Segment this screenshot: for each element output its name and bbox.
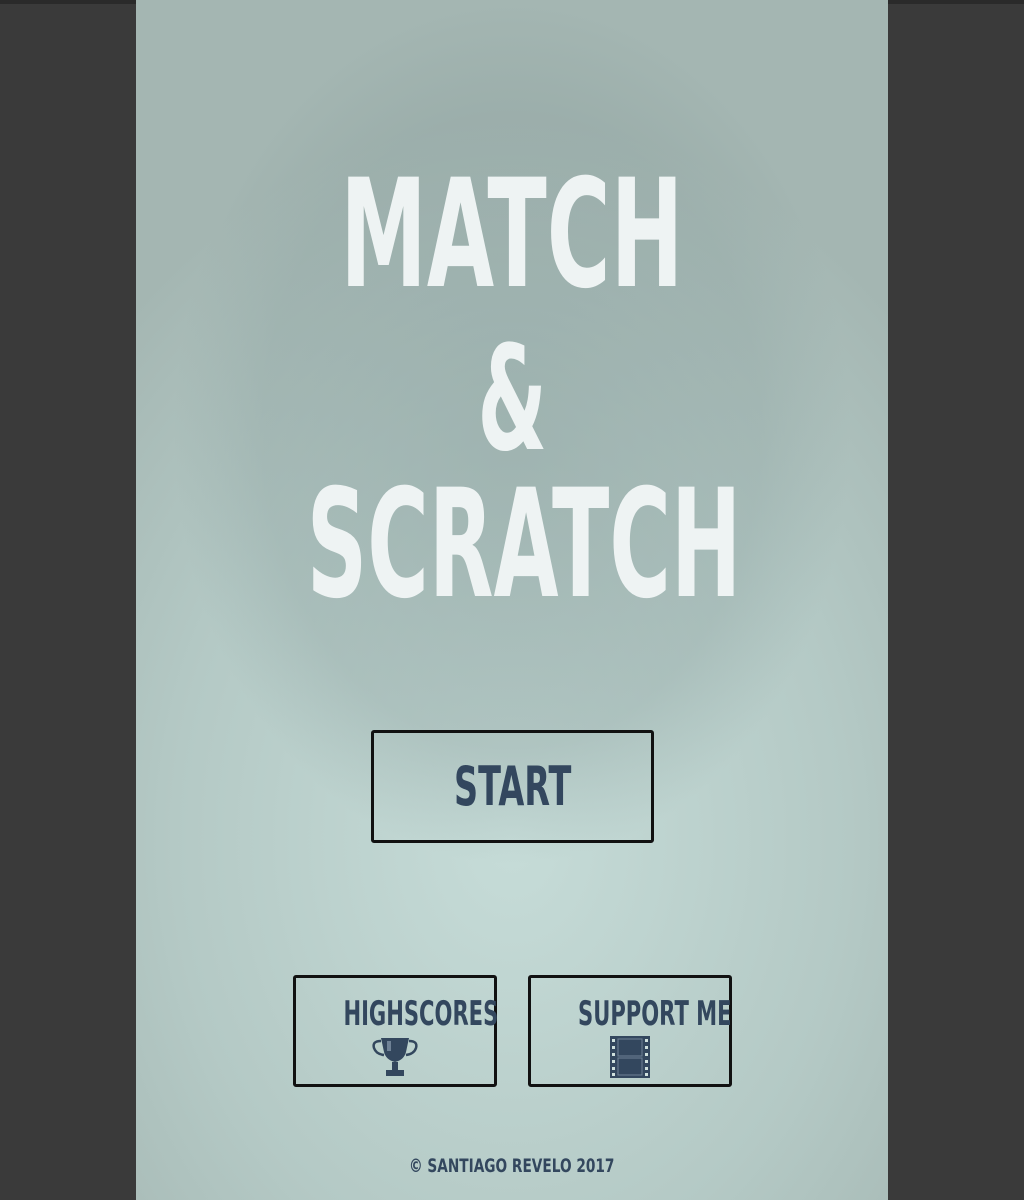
title-line-ampersand: & (477, 315, 547, 484)
start-button-label: START (453, 755, 572, 818)
start-button[interactable]: START (371, 730, 654, 843)
film-strip-icon (610, 1036, 650, 1078)
highscores-button-label: HIGHSCORES (343, 994, 499, 1034)
title-line-match: MATCH (340, 148, 684, 322)
copyright-footer: © SANTIAGO REVELO 2017 (409, 1155, 615, 1177)
game-screen: MATCH & SCRATCH START HIGHSCORES SUPPORT… (136, 0, 888, 1200)
title-line-scratch: SCRATCH (306, 458, 742, 632)
highscores-button[interactable]: HIGHSCORES (293, 975, 499, 1087)
support-me-button-label: SUPPORT ME (578, 994, 732, 1034)
support-me-button[interactable]: SUPPORT ME (528, 975, 732, 1087)
trophy-icon (372, 1038, 418, 1076)
